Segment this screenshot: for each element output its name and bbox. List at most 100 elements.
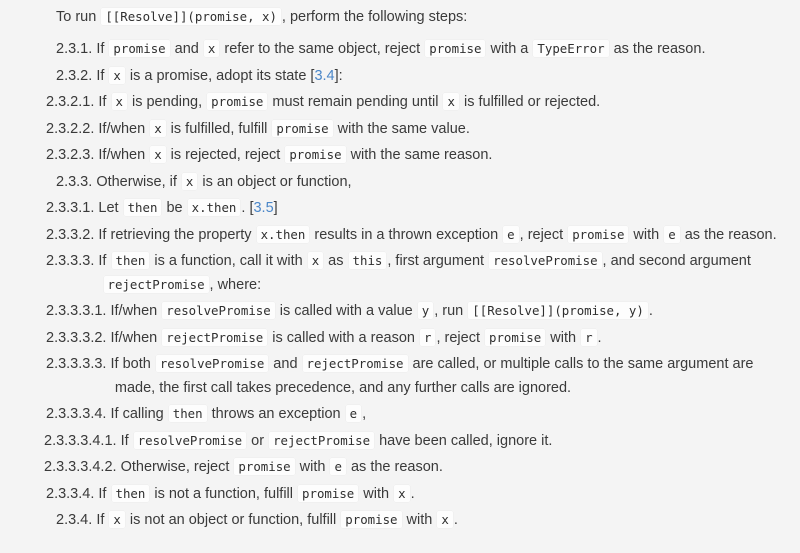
text-span: with the same value. bbox=[333, 120, 470, 137]
text-span: as bbox=[324, 253, 348, 270]
code-span: x bbox=[109, 66, 125, 84]
text-span: with a bbox=[486, 41, 533, 58]
code-span: promise bbox=[285, 146, 346, 164]
spec-item-2-3-3-1: 2.3.3.1. Let then be x.then. [3.5] bbox=[46, 197, 790, 220]
code-span: rejectPromise bbox=[269, 431, 375, 449]
text-span: If bbox=[98, 485, 111, 502]
code-span: promise bbox=[234, 458, 295, 476]
spec-item-row: 2.3.3.3.1. If/when resolvePromise is cal… bbox=[46, 300, 790, 323]
text-span: If bbox=[98, 94, 111, 111]
code-span: promise bbox=[568, 225, 629, 243]
spec-item-row: 2.3.2.3. If/when x is rejected, reject p… bbox=[46, 144, 790, 167]
code-span: resolvePromise bbox=[162, 302, 275, 320]
code-span: x bbox=[394, 484, 410, 502]
spec-item-number: 2.3.3.3. bbox=[46, 253, 95, 270]
text-span: If/when bbox=[98, 120, 150, 137]
code-span: promise bbox=[109, 40, 170, 58]
spec-reference-link[interactable]: 3.4 bbox=[314, 68, 334, 84]
code-span: e bbox=[664, 225, 680, 243]
code-span: x bbox=[443, 93, 459, 111]
spec-item-number: 2.3.2. bbox=[56, 67, 93, 84]
code-span: e bbox=[330, 458, 346, 476]
text-span: or bbox=[247, 432, 269, 449]
spec-item-number: 2.3.3.1. bbox=[46, 200, 95, 217]
code-span: resolvePromise bbox=[133, 431, 247, 449]
text-span: Otherwise, if bbox=[96, 173, 181, 190]
text-span: with bbox=[295, 459, 330, 476]
spec-item-row: 2.3.3.3.4. If calling then throws an exc… bbox=[46, 403, 790, 426]
spec-item-row: 2.3.3.3.4.1. If resolvePromise or reject… bbox=[44, 430, 790, 453]
spec-item-row: 2.3.3.1. Let then be x.then. [3.5] bbox=[46, 197, 790, 220]
text-span: If/when bbox=[110, 329, 162, 346]
spec-list: 2.3.1. If promise and x refer to the sam… bbox=[10, 38, 790, 532]
spec-reference-link[interactable]: 3.5 bbox=[253, 200, 273, 216]
spec-item-row: 2.3.3.3.3. If both resolvePromise and re… bbox=[46, 353, 790, 400]
spec-item-row: 2.3.1. If promise and x refer to the sam… bbox=[56, 38, 790, 61]
spec-item-2-3-3-3-3: 2.3.3.3.3. If both resolvePromise and re… bbox=[46, 353, 790, 400]
text-span: , reject bbox=[436, 329, 484, 346]
spec-page: To run [[Resolve]](promise, x), perform … bbox=[0, 0, 800, 553]
code-span: then bbox=[168, 405, 207, 423]
spec-item-2-3-2: 2.3.2. If x is a promise, adopt its stat… bbox=[56, 65, 790, 88]
text-span: be bbox=[162, 200, 187, 217]
spec-item-2-3-3: 2.3.3. Otherwise, if x is an object or f… bbox=[56, 171, 790, 194]
code-span: [[Resolve]](promise, y) bbox=[468, 302, 648, 320]
text-span: ] bbox=[273, 200, 278, 217]
code-span: e bbox=[345, 405, 362, 423]
text-span: If bbox=[98, 253, 111, 270]
text-span: If bbox=[96, 41, 109, 58]
text-span: is an object or function, bbox=[198, 173, 352, 190]
spec-item-number: 2.3.3.3.1. bbox=[46, 303, 107, 320]
spec-item-number: 2.3.2.2. bbox=[46, 120, 95, 137]
code-span: resolvePromise bbox=[155, 355, 269, 373]
text-span: is called with a value bbox=[275, 303, 417, 320]
spec-item-number: 2.3.3.3.4.2. bbox=[44, 459, 117, 476]
spec-item-number: 2.3.3.2. bbox=[46, 226, 95, 243]
text-span: as the reason. bbox=[346, 459, 443, 476]
spec-item-2-3-3-3-4-2: 2.3.3.3.4.2. Otherwise, reject promise w… bbox=[44, 456, 790, 479]
code-span: x.then bbox=[256, 225, 310, 243]
text-span: ]: bbox=[334, 67, 343, 84]
text-span: If/when bbox=[98, 147, 150, 164]
spec-item-row: 2.3.2.2. If/when x is fulfilled, fulfill… bbox=[46, 118, 790, 141]
code-span: rejectPromise bbox=[302, 355, 408, 373]
spec-item-number: 2.3.4. bbox=[56, 512, 93, 529]
code-span: r bbox=[581, 328, 597, 346]
code-span: promise bbox=[207, 93, 268, 111]
spec-item-number: 2.3.3. bbox=[56, 173, 93, 190]
code-span: x.then bbox=[187, 199, 241, 217]
spec-item-row: 2.3.3. Otherwise, if x is an object or f… bbox=[56, 171, 790, 194]
code-span: resolvePromise bbox=[489, 252, 602, 270]
spec-item-row: 2.3.3.3.4.2. Otherwise, reject promise w… bbox=[44, 456, 790, 479]
text-span: is pending, bbox=[127, 94, 207, 111]
spec-item-number: 2.3.3.3.4.1. bbox=[44, 432, 117, 449]
text-span: , bbox=[362, 406, 367, 423]
spec-item-2-3-3-3-4: 2.3.3.3.4. If calling then throws an exc… bbox=[46, 403, 790, 426]
code-span: y bbox=[417, 302, 434, 320]
spec-item-number: 2.3.1. bbox=[56, 41, 93, 58]
spec-item-2-3-3-2: 2.3.3.2. If retrieving the property x.th… bbox=[46, 224, 790, 247]
text-span: with bbox=[546, 329, 581, 346]
spec-item-row: 2.3.4. If x is not an object or function… bbox=[56, 509, 790, 532]
code-span: rejectPromise bbox=[162, 328, 268, 346]
text-span: If both bbox=[110, 356, 155, 373]
code-span: x bbox=[150, 119, 166, 137]
spec-item-row: 2.3.3.3.2. If/when rejectPromise is call… bbox=[46, 327, 790, 350]
text-span: , reject bbox=[519, 226, 568, 243]
intro-after: , perform the following steps: bbox=[281, 9, 468, 25]
text-span: . bbox=[453, 512, 458, 529]
text-span: is a function, call it with bbox=[150, 253, 307, 270]
intro-before: To run bbox=[56, 9, 97, 25]
code-span: x bbox=[203, 40, 220, 58]
text-span: is rejected, reject bbox=[166, 147, 285, 164]
spec-item-number: 2.3.3.4. bbox=[46, 485, 95, 502]
text-span: is called with a reason bbox=[268, 329, 419, 346]
code-span: promise bbox=[341, 511, 402, 529]
text-span: with bbox=[629, 226, 664, 243]
text-span: refer to the same object, reject bbox=[220, 41, 425, 58]
spec-item-2-3-2-2: 2.3.2.2. If/when x is fulfilled, fulfill… bbox=[46, 118, 790, 141]
text-span: is a promise, adopt its state [ bbox=[125, 67, 315, 84]
text-span: . bbox=[648, 303, 653, 320]
text-span: is not an object or function, fulfill bbox=[125, 512, 341, 529]
text-span: . bbox=[410, 485, 415, 502]
